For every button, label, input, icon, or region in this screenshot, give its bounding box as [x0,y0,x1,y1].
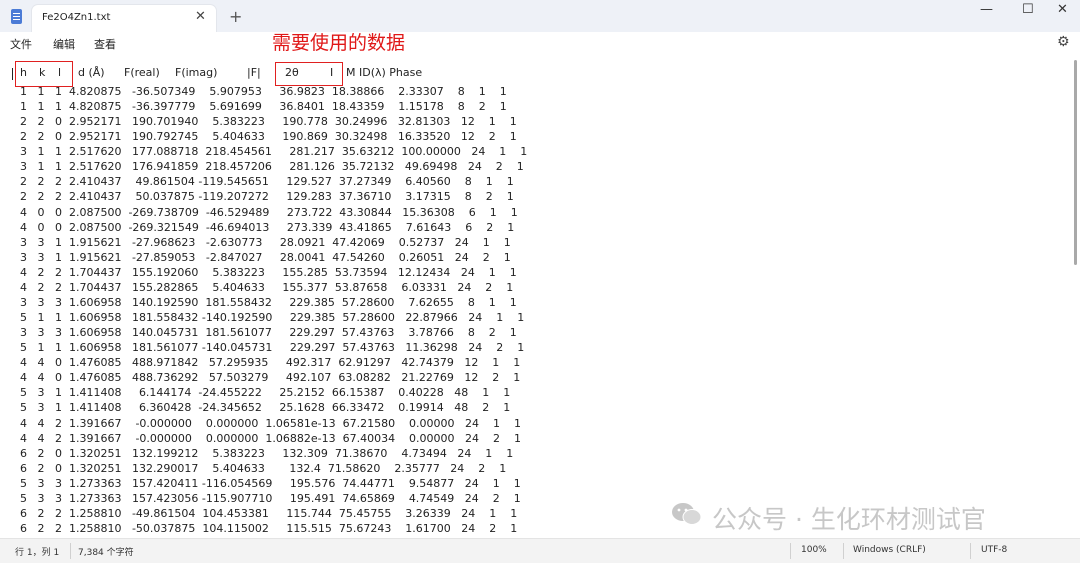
zoom-level[interactable]: 100% [801,545,827,555]
cursor-position: 行 1，列 1 [15,548,60,558]
status-bar: 行 1，列 1 7,384 个字符 100% Windows (CRLF) UT… [0,538,1080,563]
header-rest: M ID(λ) Phase [346,66,423,79]
minimize-button[interactable]: — [980,2,993,17]
status-separator [70,543,71,559]
line-ending[interactable]: Windows (CRLF) [853,545,926,555]
vertical-scrollbar[interactable] [1074,60,1077,265]
header-d: d (Å) [78,66,105,79]
close-button[interactable]: ✕ [1057,2,1068,17]
text-caret [12,68,13,80]
header-fabs: |F| [247,66,261,79]
status-separator [843,543,844,559]
tab-close-icon[interactable]: ✕ [195,9,206,24]
annotation-label: 需要使用的数据 [272,32,406,54]
encoding[interactable]: UTF-8 [981,545,1007,555]
settings-gear-icon[interactable]: ⚙ [1057,34,1070,50]
data-row: 6 2 2 1.258810 -50.037875 104.115002 115… [20,522,518,536]
menu-file[interactable]: 文件 [10,36,32,52]
header-freal: F(real) [124,66,160,79]
maximize-button[interactable]: ☐ [1022,2,1034,17]
title-bar: Fe2O4Zn1.txt ✕ + — ☐ ✕ [0,0,1080,32]
status-separator [790,543,791,559]
menu-edit[interactable]: 编辑 [53,36,75,52]
new-tab-button[interactable]: + [229,7,242,26]
menu-bar: 文件 编辑 查看 ⚙ [0,32,1080,54]
wechat-logo-icon [672,503,702,525]
header-fimag: F(imag) [175,66,218,79]
tab-title: Fe2O4Zn1.txt [42,12,111,23]
status-separator [970,543,971,559]
file-tab[interactable]: Fe2O4Zn1.txt ✕ [32,5,216,32]
menu-view[interactable]: 查看 [94,36,116,52]
char-count: 7,384 个字符 [78,548,134,558]
text-editor[interactable]: h k l d (Å) F(real) F(imag) |F| 2θ I M I… [0,56,1080,538]
watermark-text: 公众号 · 生化环材测试官 [712,505,986,534]
notepad-app-icon [11,9,22,24]
